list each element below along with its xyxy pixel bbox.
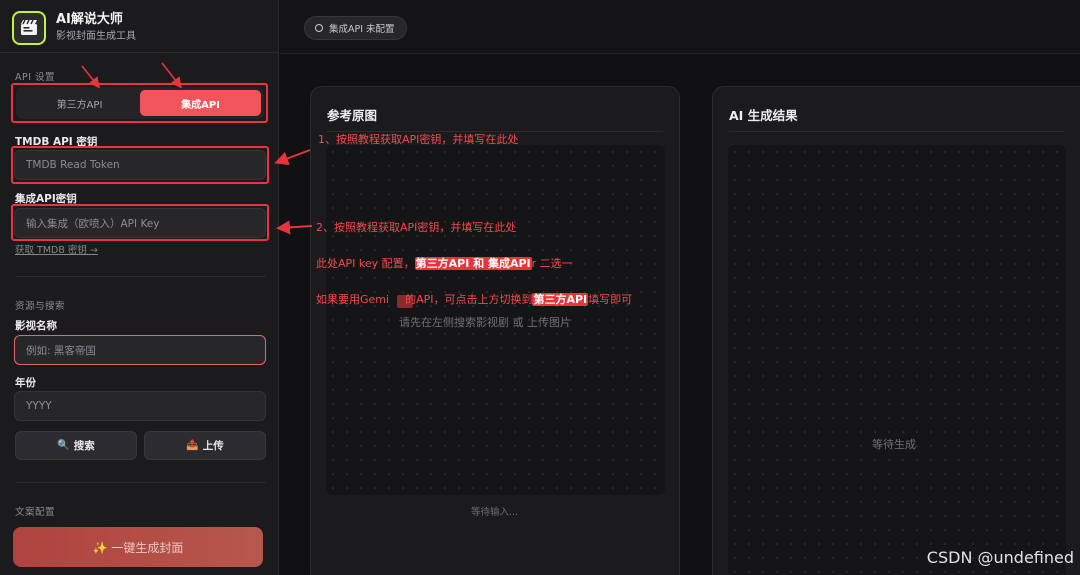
annotation-box-tmdb	[11, 146, 269, 184]
upload-icon: 📤	[186, 440, 199, 451]
search-icon: 🔍	[57, 440, 70, 451]
result-placeholder: 等待生成	[872, 438, 916, 451]
upload-button[interactable]: 📤 上传	[144, 431, 266, 460]
annotation-box-toggle	[11, 83, 268, 123]
sidebar-divider	[0, 52, 279, 53]
status-circle-icon	[315, 24, 323, 32]
api-status-badge: 集成API 未配置	[304, 16, 407, 40]
result-panel: AI 生成结果 等待生成	[712, 86, 1080, 575]
reference-panel: 参考原图 请先在左侧搜索影视剧 或 上传图片 等待输入...	[310, 86, 680, 575]
sidebar-divider	[15, 482, 266, 483]
api-settings-label: API 设置	[15, 72, 56, 83]
result-canvas: 等待生成	[728, 145, 1066, 575]
year-input[interactable]: YYYY	[14, 391, 266, 421]
reference-dropzone[interactable]: 请先在左侧搜索影视剧 或 上传图片	[326, 145, 665, 495]
annotation-step-1: 1、按照教程获取API密钥，并填写在此处	[318, 133, 519, 146]
reference-panel-title: 参考原图	[327, 108, 378, 123]
watermark: CSDN @undefined	[926, 548, 1074, 567]
top-bar: 集成API 未配置	[280, 0, 1080, 54]
brand: AI解说大师 影视封面生成工具	[12, 11, 136, 45]
annotation-note-gemini: 如果要用Gemi 的API，可点击上方切换到第三方API填写即可	[316, 293, 633, 306]
title-input[interactable]: 例如: 黑客帝国	[14, 335, 266, 365]
search-section-label: 资源与搜索	[15, 301, 66, 312]
sidebar-divider	[15, 276, 266, 277]
app-title: AI解说大师	[56, 12, 123, 27]
title-label: 影视名称	[15, 320, 57, 332]
film-clapper-icon	[12, 11, 46, 45]
reference-placeholder: 请先在左侧搜索影视剧 或 上传图片	[399, 316, 571, 329]
get-tmdb-key-link[interactable]: 获取 TMDB 密钥 →	[15, 242, 98, 256]
annotation-box-integrated	[11, 204, 269, 241]
search-button[interactable]: 🔍 搜索	[15, 431, 137, 460]
year-label: 年份	[15, 377, 36, 389]
copy-config-label: 文案配置	[15, 507, 56, 518]
annotation-note-choose: 此处API key 配置，第三方API 和 集成APIr 二选一	[316, 257, 573, 270]
reference-status: 等待输入...	[471, 507, 519, 518]
app-subtitle: 影视封面生成工具	[56, 31, 136, 42]
generate-cover-button[interactable]: ✨ 一键生成封面	[13, 527, 263, 567]
result-panel-title: AI 生成结果	[729, 108, 798, 123]
annotation-step-2: 2、按照教程获取API密钥，并填写在此处	[316, 221, 517, 234]
